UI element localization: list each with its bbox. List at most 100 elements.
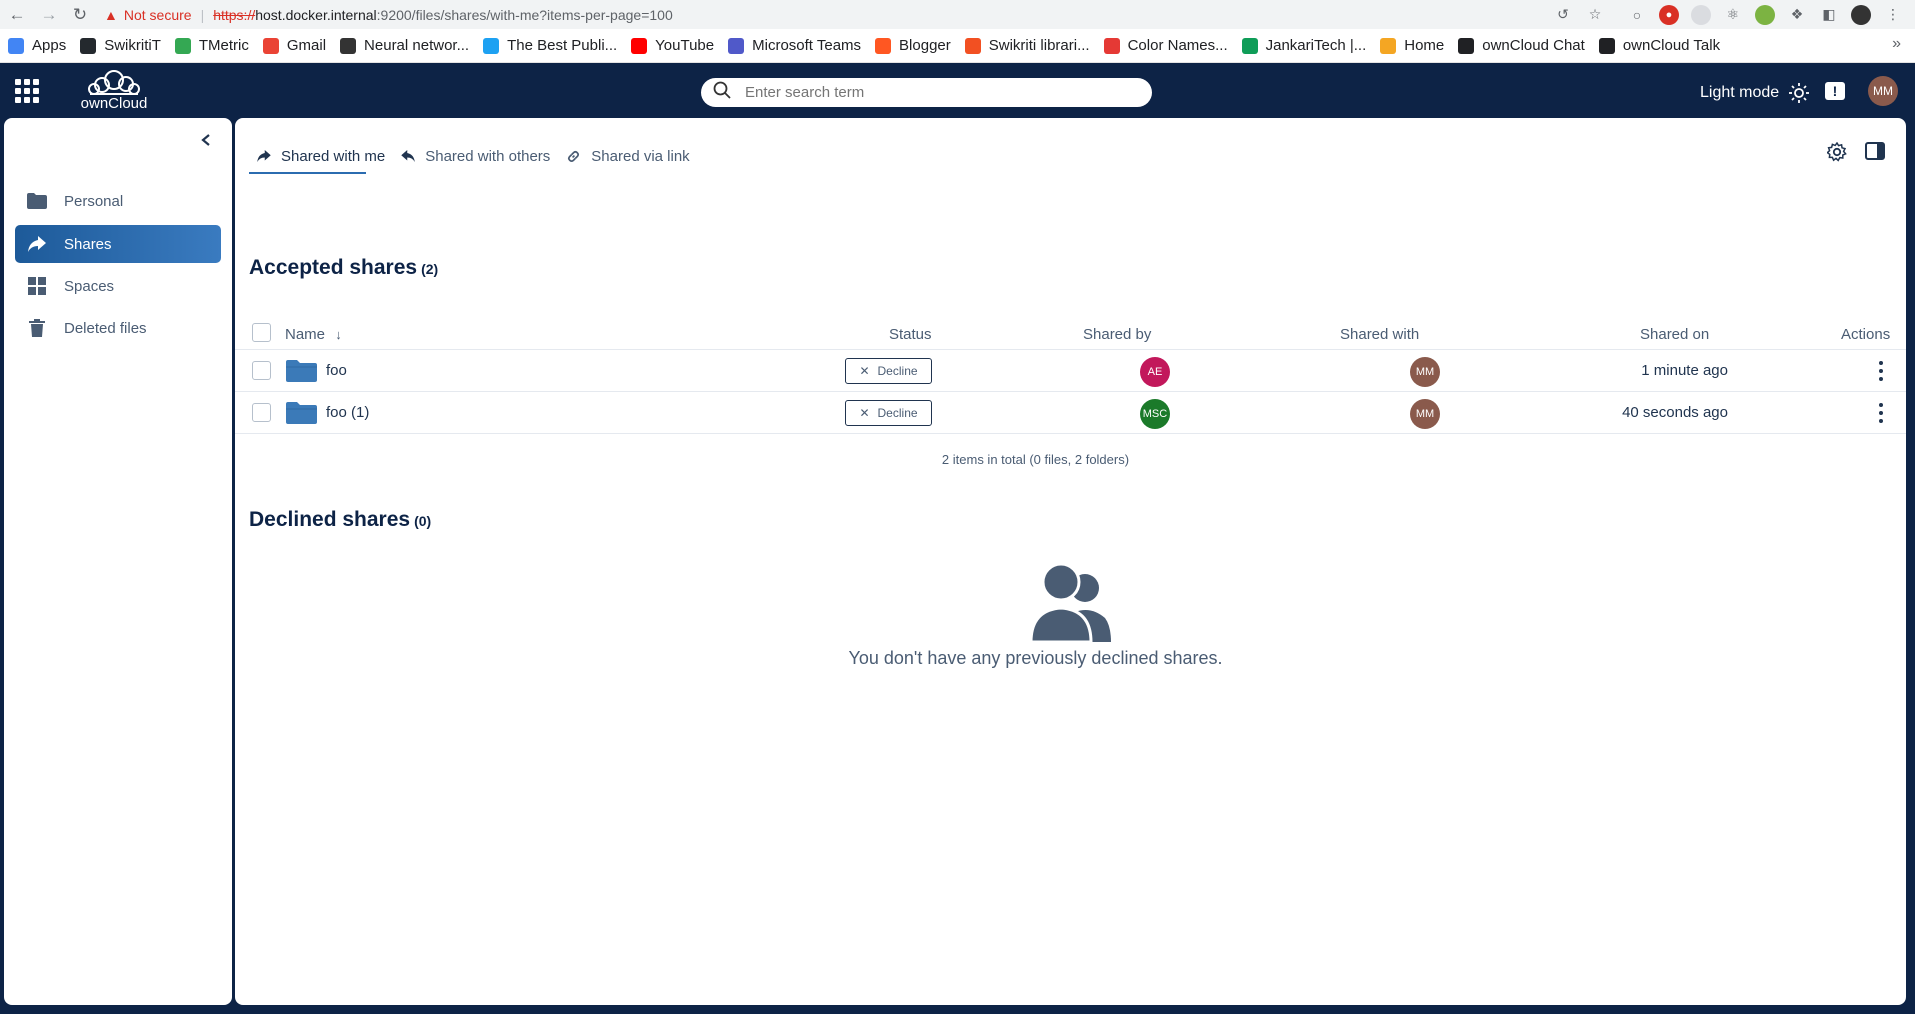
sidebar-panel-toggle-icon[interactable]: [1865, 142, 1885, 165]
settings-gear-icon[interactable]: [1826, 141, 1847, 167]
bookmark-item[interactable]: The Best Publi...: [483, 37, 617, 54]
sidebar-item-spaces[interactable]: Spaces: [15, 267, 221, 305]
feedback-icon[interactable]: !: [1825, 82, 1845, 100]
items-total: 2 items in total (0 files, 2 folders): [941, 452, 1130, 467]
tab-shared-via-link[interactable]: Shared via link: [558, 142, 697, 170]
extension-red-icon[interactable]: ●: [1659, 4, 1679, 25]
bookmark-item[interactable]: ownCloud Chat: [1458, 37, 1585, 54]
bookmark-label: TMetric: [198, 37, 249, 54]
column-shared-on-header[interactable]: Shared on: [1640, 326, 1709, 343]
bookmark-item[interactable]: Swikriti librari...: [964, 37, 1090, 54]
sidebar-item-deleted-files[interactable]: Deleted files: [15, 309, 221, 347]
bookmark-favicon-icon: [174, 37, 191, 54]
sidebar-item-personal[interactable]: Personal: [15, 182, 221, 220]
table-row[interactable]: foo (1) ✕ Decline MSC MM 40 seconds ago: [235, 392, 1906, 434]
sidebar-item-shares[interactable]: Shares: [15, 225, 221, 263]
row-checkbox[interactable]: [252, 361, 271, 380]
back-icon[interactable]: ←: [4, 2, 30, 28]
bookmark-favicon-icon: [340, 37, 357, 54]
table-row[interactable]: foo ✕ Decline AE MM 1 minute ago: [235, 350, 1906, 392]
folder-icon: [286, 360, 317, 382]
forward-icon[interactable]: →: [36, 2, 62, 28]
bookmark-item[interactable]: TMetric: [174, 37, 249, 54]
owncloud-logo[interactable]: ownCloud: [72, 69, 156, 113]
more-bookmarks-icon[interactable]: »: [1892, 35, 1901, 53]
bookmark-label: Blogger: [899, 37, 951, 54]
menu-icon[interactable]: ⋮: [1883, 5, 1903, 25]
app-switcher-icon[interactable]: [15, 79, 39, 103]
sidebar-item-label: Personal: [64, 192, 124, 210]
bookmark-favicon-icon: [728, 37, 745, 54]
bookmark-label: Microsoft Teams: [752, 37, 862, 54]
extension-profile-icon[interactable]: [1755, 4, 1775, 25]
bookmark-item[interactable]: Home: [1380, 37, 1444, 54]
reload-icon[interactable]: ↻: [67, 2, 93, 28]
profile-icon[interactable]: [1851, 4, 1871, 25]
shared-by-avatar: MSC: [1140, 399, 1170, 429]
extension-atom-icon[interactable]: ⚛: [1723, 5, 1743, 25]
bookmark-item[interactable]: JankariTech |...: [1241, 37, 1367, 54]
tab-shared-with-me[interactable]: Shared with me: [249, 142, 393, 170]
column-shared-with-header: Shared with: [1340, 326, 1420, 343]
sun-icon: [1789, 83, 1810, 103]
bookmark-item[interactable]: ownCloud Talk: [1598, 37, 1720, 54]
bookmark-item[interactable]: Neural networ...: [340, 37, 469, 54]
column-name-header[interactable]: Name ↓: [285, 326, 342, 343]
sidepanel-icon[interactable]: ◧: [1819, 5, 1839, 25]
bookmark-label: ownCloud Chat: [1482, 37, 1585, 54]
bookmark-item[interactable]: SwikritiT: [80, 37, 161, 54]
search-icon: [713, 81, 731, 104]
tab-shared-with-others[interactable]: Shared with others: [393, 142, 558, 170]
share-forward-icon: [257, 150, 271, 162]
close-icon: ✕: [859, 406, 870, 420]
bookmark-label: JankariTech |...: [1265, 37, 1367, 54]
empty-state-message: You don't have any previously declined s…: [848, 648, 1223, 668]
file-name[interactable]: foo (1): [326, 404, 369, 421]
bookmark-star-icon[interactable]: ☆: [1585, 5, 1605, 25]
bookmark-item[interactable]: Apps: [8, 37, 66, 54]
sort-descending-icon: ↓: [335, 327, 342, 342]
collapse-sidebar-icon[interactable]: [200, 133, 212, 152]
decline-button[interactable]: ✕ Decline: [845, 358, 932, 384]
theme-toggle[interactable]: Light mode: [1700, 83, 1810, 103]
extension-icon[interactable]: ○: [1627, 5, 1647, 25]
url-path: :9200/files/shares/with-me?items-per-pag…: [376, 6, 673, 23]
puzzle-icon[interactable]: ❖: [1787, 5, 1807, 25]
search-input[interactable]: [745, 84, 1125, 101]
bookmark-favicon-icon: [875, 37, 892, 54]
decline-button[interactable]: ✕ Decline: [845, 400, 932, 426]
folder-icon: [27, 191, 47, 211]
bookmark-item[interactable]: Blogger: [875, 37, 951, 54]
select-all-checkbox[interactable]: [252, 323, 271, 342]
decline-label: Decline: [877, 364, 918, 378]
grid-icon: [27, 276, 47, 296]
sidebar-item-label: Shares: [64, 235, 112, 253]
url-host: host.docker.internal: [255, 6, 377, 23]
bookmark-item[interactable]: Gmail: [262, 37, 326, 54]
bookmark-item[interactable]: YouTube: [631, 37, 714, 54]
main-content: Shared with me Shared with others Shared…: [235, 118, 1906, 1005]
extension-grey-icon[interactable]: [1691, 4, 1711, 25]
share-arrow-icon: [27, 234, 47, 254]
column-status-header: Status: [889, 326, 932, 343]
file-name[interactable]: foo: [326, 362, 347, 379]
bookmark-item[interactable]: Microsoft Teams: [728, 37, 861, 54]
row-actions-kebab-icon[interactable]: [1877, 359, 1885, 383]
user-avatar[interactable]: MM: [1868, 76, 1898, 106]
share-reply-icon: [401, 150, 415, 162]
accepted-shares-title: Accepted shares: [249, 256, 418, 279]
url-scheme: https://: [213, 6, 256, 23]
address-bar[interactable]: ▲ Not secure | https:// host.docker.inte…: [104, 2, 1664, 27]
row-checkbox[interactable]: [252, 403, 271, 422]
share-icon[interactable]: ↺: [1553, 5, 1573, 25]
left-sidebar: Personal Shares Spaces Deleted files: [4, 118, 232, 1005]
bookmark-item[interactable]: Color Names...: [1103, 37, 1228, 54]
app-topbar: ownCloud Light mode ! MM: [0, 63, 1915, 118]
search-box[interactable]: [701, 78, 1152, 107]
close-icon: ✕: [859, 364, 870, 378]
bookmark-favicon-icon: [1598, 37, 1615, 54]
theme-toggle-label: Light mode: [1700, 84, 1780, 101]
warning-icon: ▲: [104, 6, 118, 23]
row-actions-kebab-icon[interactable]: [1877, 401, 1885, 425]
bookmark-label: SwikritiT: [104, 37, 161, 54]
